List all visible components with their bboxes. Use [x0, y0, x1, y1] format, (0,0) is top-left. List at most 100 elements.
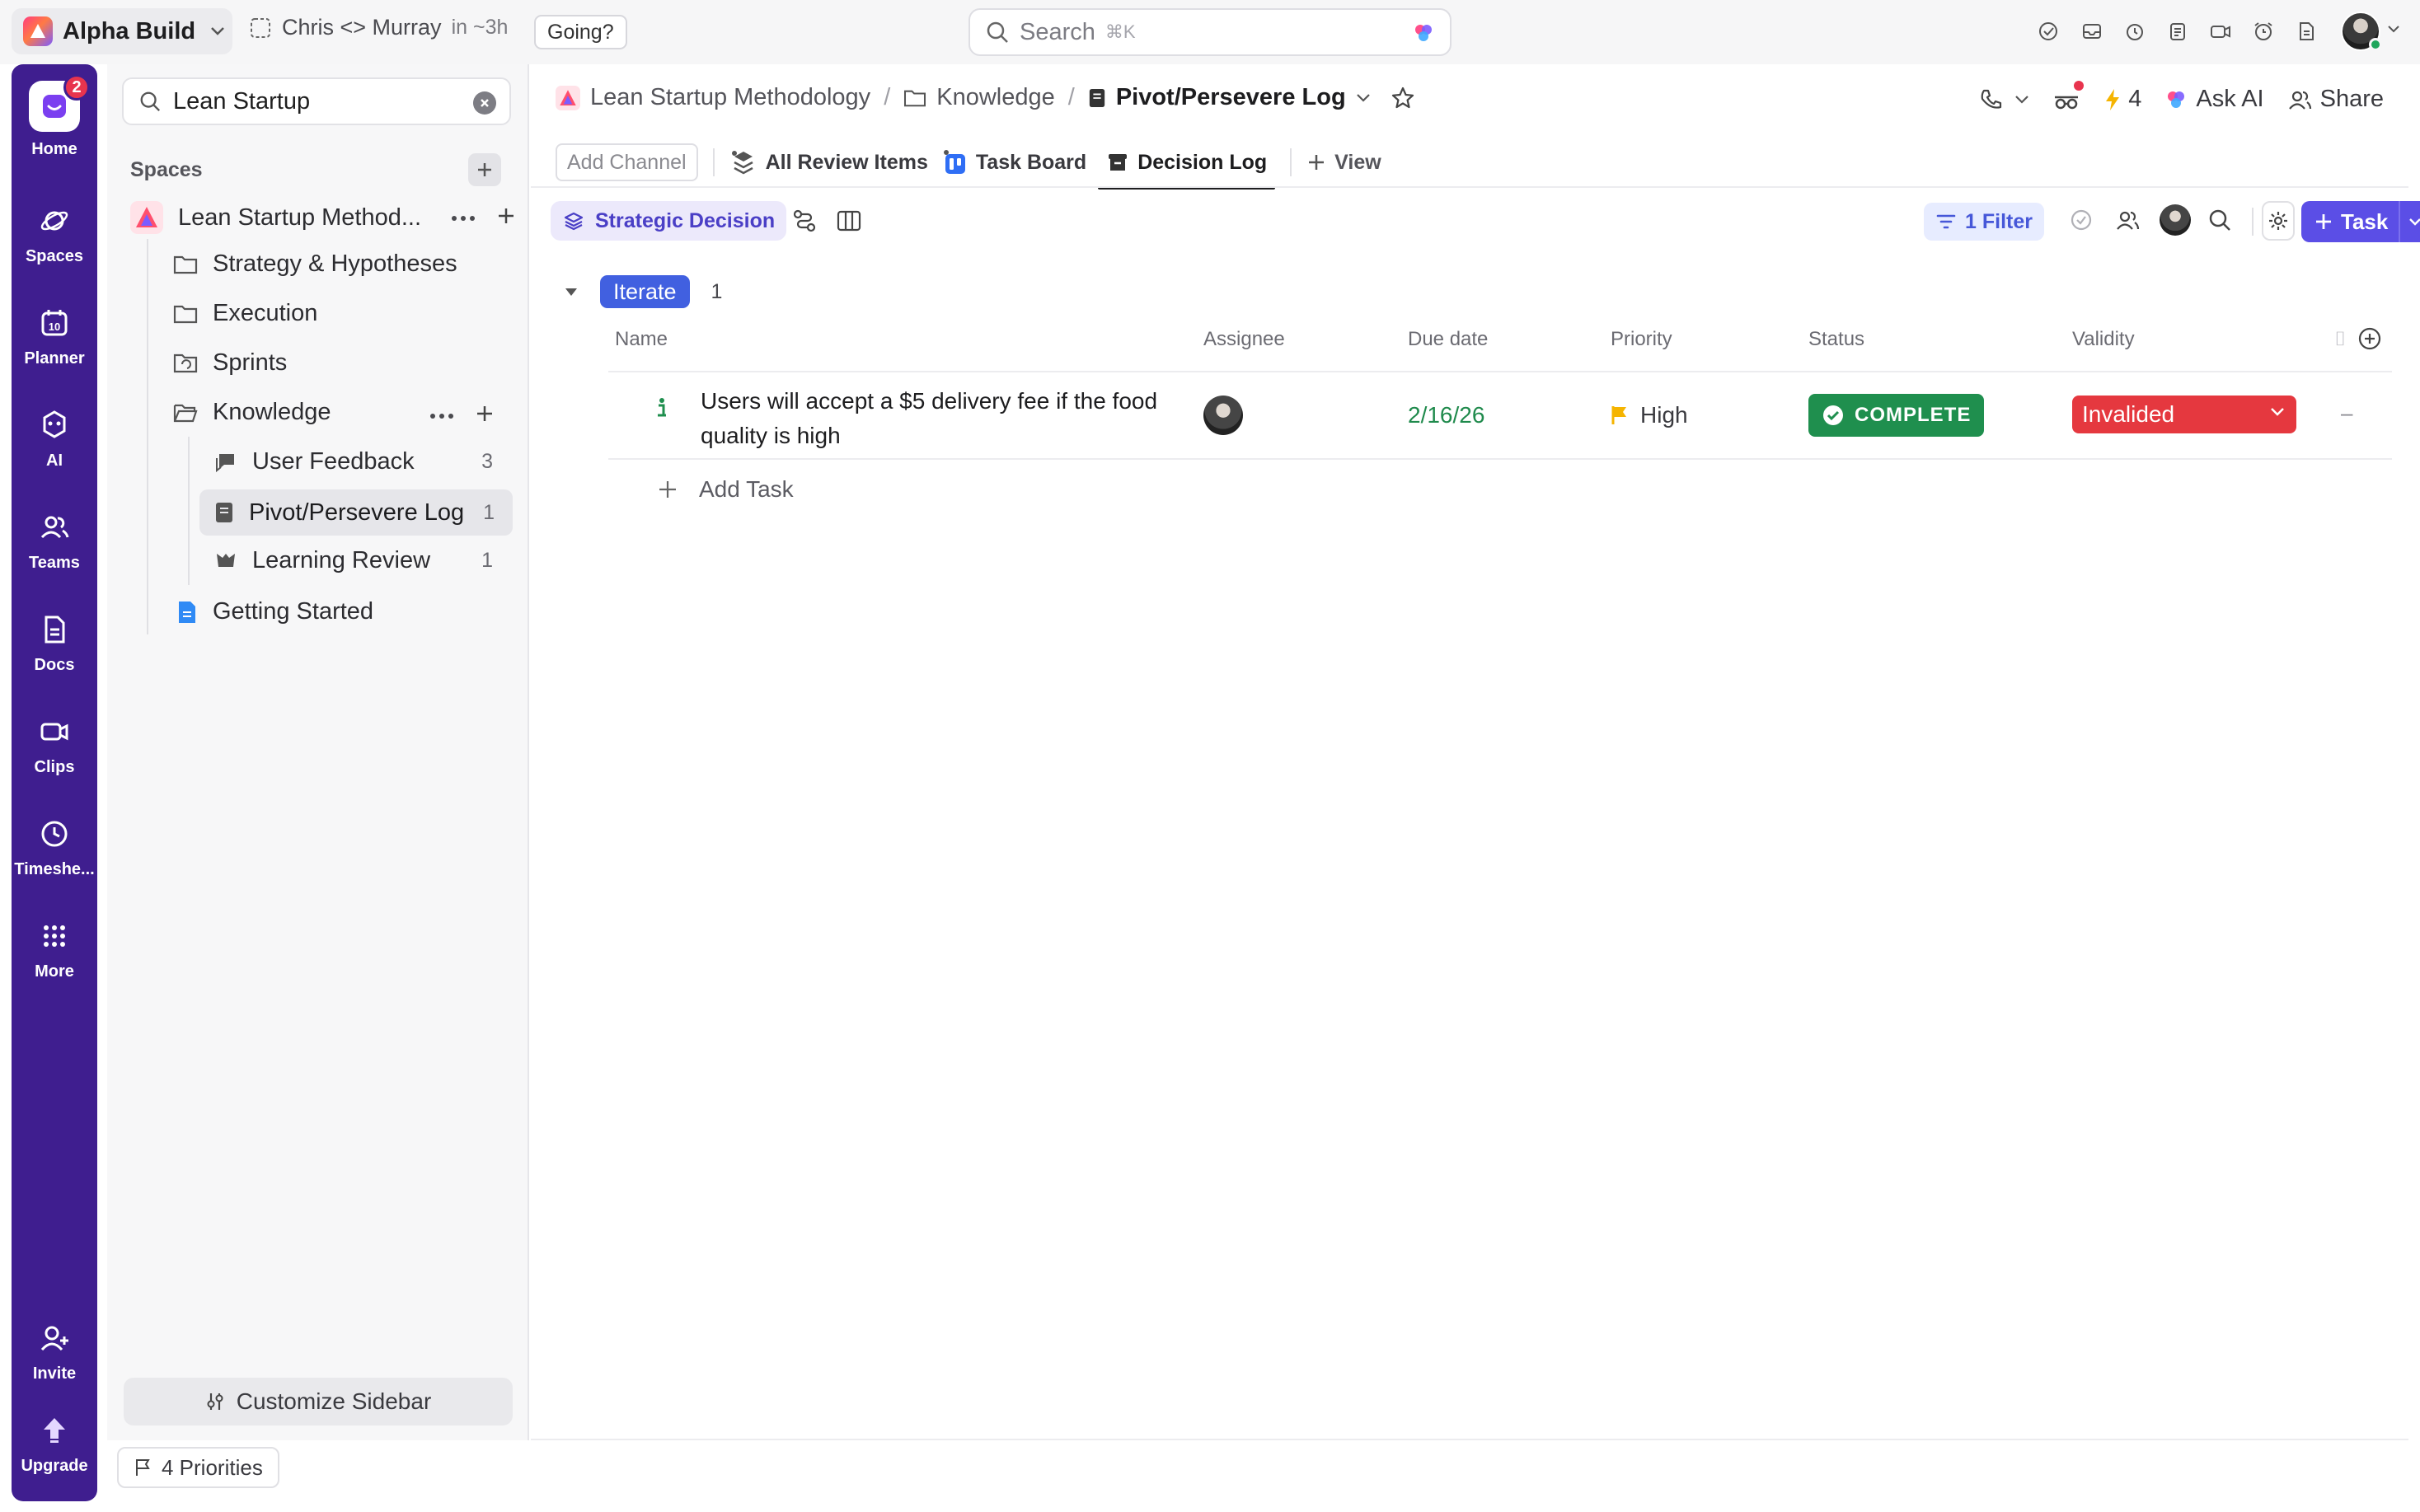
chevron-down-icon[interactable]: [1356, 93, 1371, 103]
sidebar-folder-knowledge[interactable]: Knowledge: [173, 399, 518, 426]
task-title[interactable]: Users will accept a $5 delivery fee if t…: [701, 384, 1162, 453]
priorities-button[interactable]: 4 Priorities: [117, 1447, 279, 1488]
automations-button[interactable]: 4: [2103, 86, 2141, 113]
add-task-row[interactable]: Add Task: [658, 476, 794, 503]
document-icon[interactable]: [2293, 16, 2319, 46]
add-column-icon[interactable]: [2357, 326, 2382, 351]
alarm-icon[interactable]: [2250, 16, 2277, 46]
meeting-title: Chris <> Murray: [282, 15, 442, 40]
chevron-down-icon[interactable]: [2399, 201, 2420, 242]
add-task-button[interactable]: Task: [2301, 201, 2420, 242]
breadcrumb-folder[interactable]: Knowledge: [936, 84, 1055, 111]
assignee-avatar[interactable]: [1203, 396, 1243, 435]
going-button[interactable]: Going?: [534, 15, 627, 49]
me-avatar-filter[interactable]: [2160, 204, 2191, 236]
validity-dropdown[interactable]: Invalided: [2072, 396, 2296, 433]
clear-search-icon[interactable]: [473, 91, 496, 115]
task-label: Task: [2341, 208, 2389, 234]
sidebar-folder-sprints[interactable]: Sprints: [173, 349, 287, 377]
rail-item-home[interactable]: 2 Home: [12, 74, 97, 159]
column-header-status[interactable]: Status: [1808, 328, 1864, 351]
info-icon[interactable]: [656, 397, 668, 419]
chevron-down-icon: [210, 26, 225, 36]
sidebar-list-user-feedback[interactable]: User Feedback 3: [214, 448, 493, 475]
rail-item-more[interactable]: More: [12, 918, 97, 981]
add-channel-button[interactable]: Add Channel: [556, 143, 698, 181]
column-header-validity[interactable]: Validity: [2072, 328, 2135, 351]
more-options-icon[interactable]: [430, 414, 453, 419]
column-header-truncated: ⌷: [2334, 328, 2347, 350]
incognito-icon[interactable]: [2052, 80, 2085, 112]
rail-item-ai[interactable]: AI: [12, 407, 97, 470]
rail-item-spaces[interactable]: Spaces: [12, 203, 97, 266]
priority-field[interactable]: High: [1611, 402, 1688, 428]
sidebar-folder-execution[interactable]: Execution: [173, 300, 317, 327]
due-date[interactable]: 2/16/26: [1408, 402, 1484, 428]
call-button[interactable]: [1978, 87, 2029, 112]
breadcrumb-space[interactable]: Lean Startup Methodology: [590, 84, 870, 111]
status-badge[interactable]: COMPLETE: [1808, 394, 1985, 437]
space-logo-icon: [556, 85, 580, 110]
columns-icon[interactable]: [836, 208, 862, 234]
video-icon[interactable]: [2207, 16, 2234, 46]
add-icon[interactable]: [475, 404, 495, 424]
rail-item-docs[interactable]: Docs: [12, 611, 97, 675]
add-view-button[interactable]: View: [1306, 151, 1381, 175]
home-icon: 2: [29, 74, 90, 132]
column-header-due-date[interactable]: Due date: [1408, 328, 1488, 351]
ai-sparkle-icon[interactable]: [1412, 21, 1435, 44]
sidebar-search-input[interactable]: Lean Startup: [122, 77, 511, 125]
archive-box-icon: [1106, 151, 1129, 174]
add-icon[interactable]: [496, 206, 516, 226]
sidebar-doc-getting-started[interactable]: Getting Started: [176, 598, 373, 625]
check-circle-icon[interactable]: [2069, 208, 2094, 232]
star-icon[interactable]: [1391, 86, 1415, 110]
more-options-icon[interactable]: [452, 216, 475, 221]
rail-item-planner[interactable]: 10 Planner: [12, 305, 97, 368]
rail-item-teams[interactable]: Teams: [12, 509, 97, 573]
subtasks-route-icon[interactable]: [791, 208, 818, 234]
settings-gear-icon[interactable]: [2262, 201, 2295, 241]
chevron-down-icon[interactable]: [2387, 25, 2400, 33]
rail-item-invite[interactable]: Invite: [12, 1320, 97, 1383]
column-header-name[interactable]: Name: [615, 328, 668, 351]
timer-icon[interactable]: [2122, 16, 2148, 46]
notebook-icon: [214, 501, 234, 524]
workspace-switcher[interactable]: Alpha Build: [12, 8, 232, 54]
group-name-pill[interactable]: Iterate: [600, 275, 690, 308]
tab-task-board[interactable]: Task Board: [943, 137, 1086, 188]
caret-down-icon[interactable]: [564, 286, 579, 297]
global-search[interactable]: Search ⌘K: [968, 8, 1452, 56]
ask-ai-button[interactable]: Ask AI: [2164, 86, 2264, 113]
rail-item-clips[interactable]: Clips: [12, 714, 97, 777]
rail-item-timesheets[interactable]: Timeshe...: [12, 816, 97, 879]
assignees-icon[interactable]: [2115, 208, 2140, 232]
breadcrumb-current-list[interactable]: Pivot/Persevere Log: [1116, 84, 1346, 111]
notepad-icon[interactable]: [2164, 16, 2191, 46]
sidebar-list-pivot-persevere-log[interactable]: Pivot/Persevere Log 1: [199, 489, 513, 536]
sidebar: Lean Startup Spaces Lean Startup Method.…: [107, 64, 529, 1440]
calendar-dashed-icon: [249, 16, 272, 40]
check-circle-plus-icon[interactable]: [2036, 16, 2062, 46]
sidebar-space-lean-startup[interactable]: Lean Startup Method...: [130, 201, 518, 234]
empty-field[interactable]: –: [2341, 400, 2352, 426]
rail-item-upgrade[interactable]: Upgrade: [12, 1412, 97, 1476]
svg-text:10: 10: [49, 321, 60, 333]
column-header-priority[interactable]: Priority: [1611, 328, 1672, 351]
strategic-decision-chip[interactable]: Strategic Decision: [551, 201, 787, 241]
search-icon[interactable]: [2207, 208, 2232, 232]
upcoming-meeting[interactable]: Chris <> Murray in ~3h: [249, 15, 508, 40]
sidebar-folder-strategy[interactable]: Strategy & Hypotheses: [173, 250, 457, 278]
tab-all-review-items[interactable]: All Review Items: [729, 137, 928, 188]
breadcrumb-separator: /: [1067, 84, 1075, 110]
add-space-button[interactable]: [468, 153, 501, 186]
customize-sidebar-button[interactable]: Customize Sidebar: [124, 1378, 513, 1425]
inbox-icon[interactable]: [2079, 16, 2105, 46]
user-avatar[interactable]: [2341, 12, 2382, 51]
column-header-assignee[interactable]: Assignee: [1203, 328, 1285, 351]
sidebar-search-value: Lean Startup: [173, 87, 311, 115]
share-button[interactable]: Share: [2287, 86, 2384, 113]
filter-button[interactable]: 1 Filter: [1924, 203, 2044, 241]
tab-decision-log[interactable]: Decision Log: [1098, 137, 1276, 190]
sidebar-list-learning-review[interactable]: Learning Review 1: [214, 547, 493, 574]
